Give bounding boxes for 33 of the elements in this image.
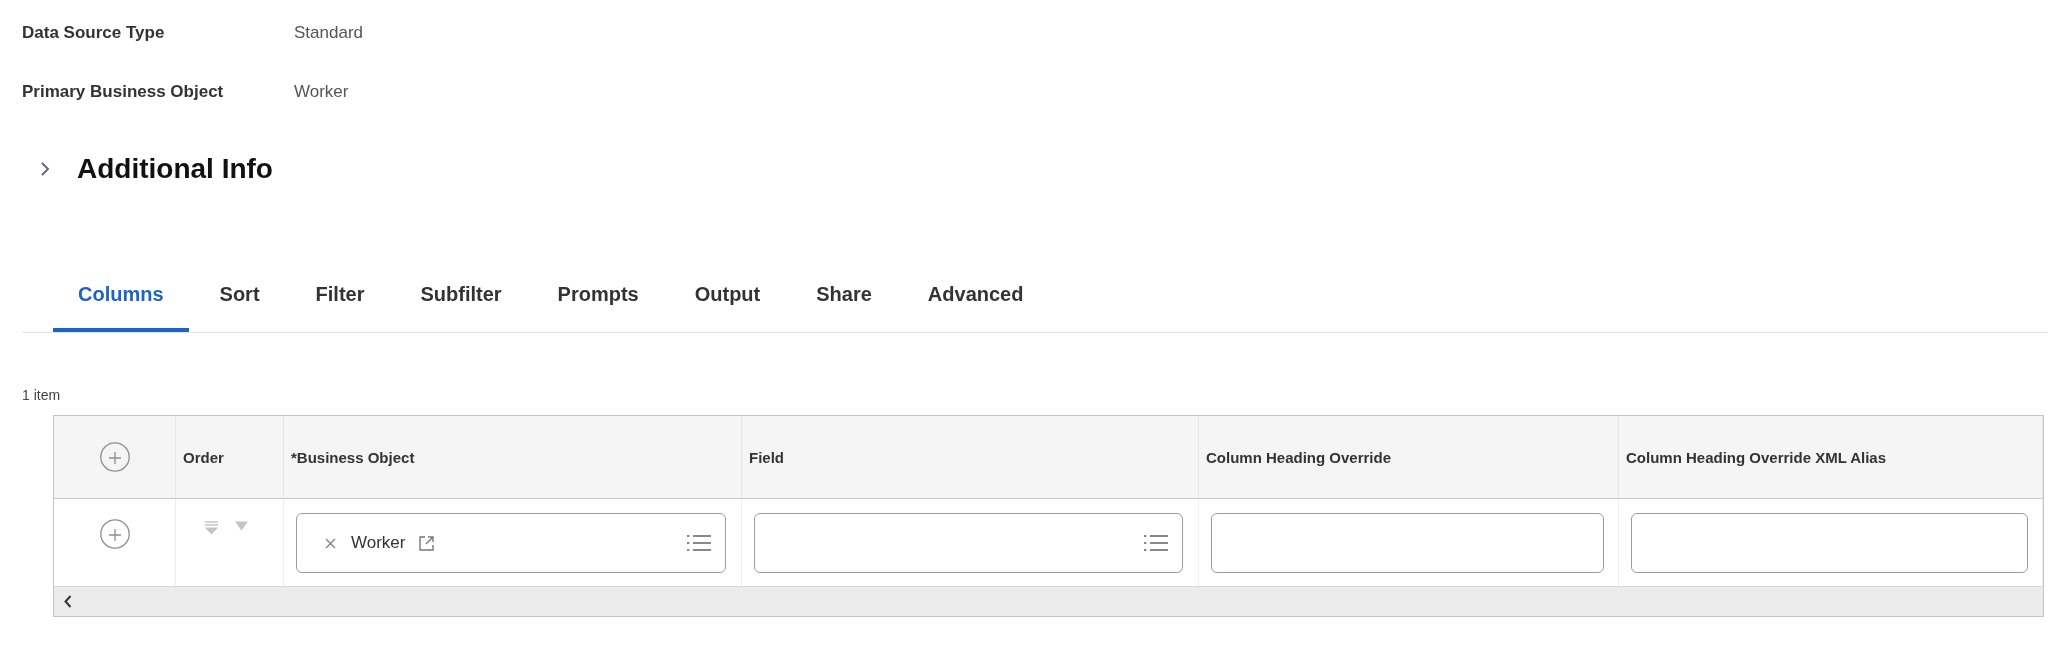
tab[interactable]: Output: [669, 269, 786, 332]
column-header: Column Heading Override XML Alias: [1619, 416, 2043, 499]
field-label: Primary Business Object: [22, 81, 224, 103]
column-header: Order: [176, 416, 284, 499]
field-value: Worker: [294, 81, 349, 103]
column-header: *Business Object: [284, 416, 742, 499]
field-label: Data Source Type: [22, 22, 165, 44]
text-field[interactable]: [1631, 513, 2028, 573]
tab[interactable]: Columns: [53, 269, 189, 332]
tab[interactable]: Filter: [290, 269, 390, 332]
tab[interactable]: Share: [791, 269, 897, 332]
list-icon[interactable]: [687, 534, 711, 552]
chevron-left-icon[interactable]: [64, 595, 72, 608]
text-field[interactable]: [1211, 513, 1604, 573]
prompt-field[interactable]: Worker: [296, 513, 726, 573]
tab[interactable]: Subfilter: [395, 269, 527, 332]
section-title: Additional Info: [77, 152, 273, 186]
item-count: 1 item: [22, 386, 61, 404]
horizontal-scrollbar[interactable]: [54, 586, 2043, 616]
selected-value: Worker: [351, 533, 406, 553]
tab[interactable]: Prompts: [532, 269, 664, 332]
chevron-right-icon[interactable]: [40, 161, 50, 177]
column-header: Column Heading Override: [1199, 416, 1619, 499]
add-icon[interactable]: [99, 442, 130, 472]
remove-icon[interactable]: [325, 537, 336, 549]
external-link-icon[interactable]: [419, 535, 435, 551]
prompt-field[interactable]: [754, 513, 1183, 573]
add-icon[interactable]: [99, 519, 130, 549]
tab[interactable]: Sort: [194, 269, 285, 332]
column-header: Field: [742, 416, 1199, 499]
list-icon[interactable]: [1144, 534, 1168, 552]
field-value: Standard: [294, 22, 363, 44]
tab[interactable]: Advanced: [902, 269, 1049, 332]
